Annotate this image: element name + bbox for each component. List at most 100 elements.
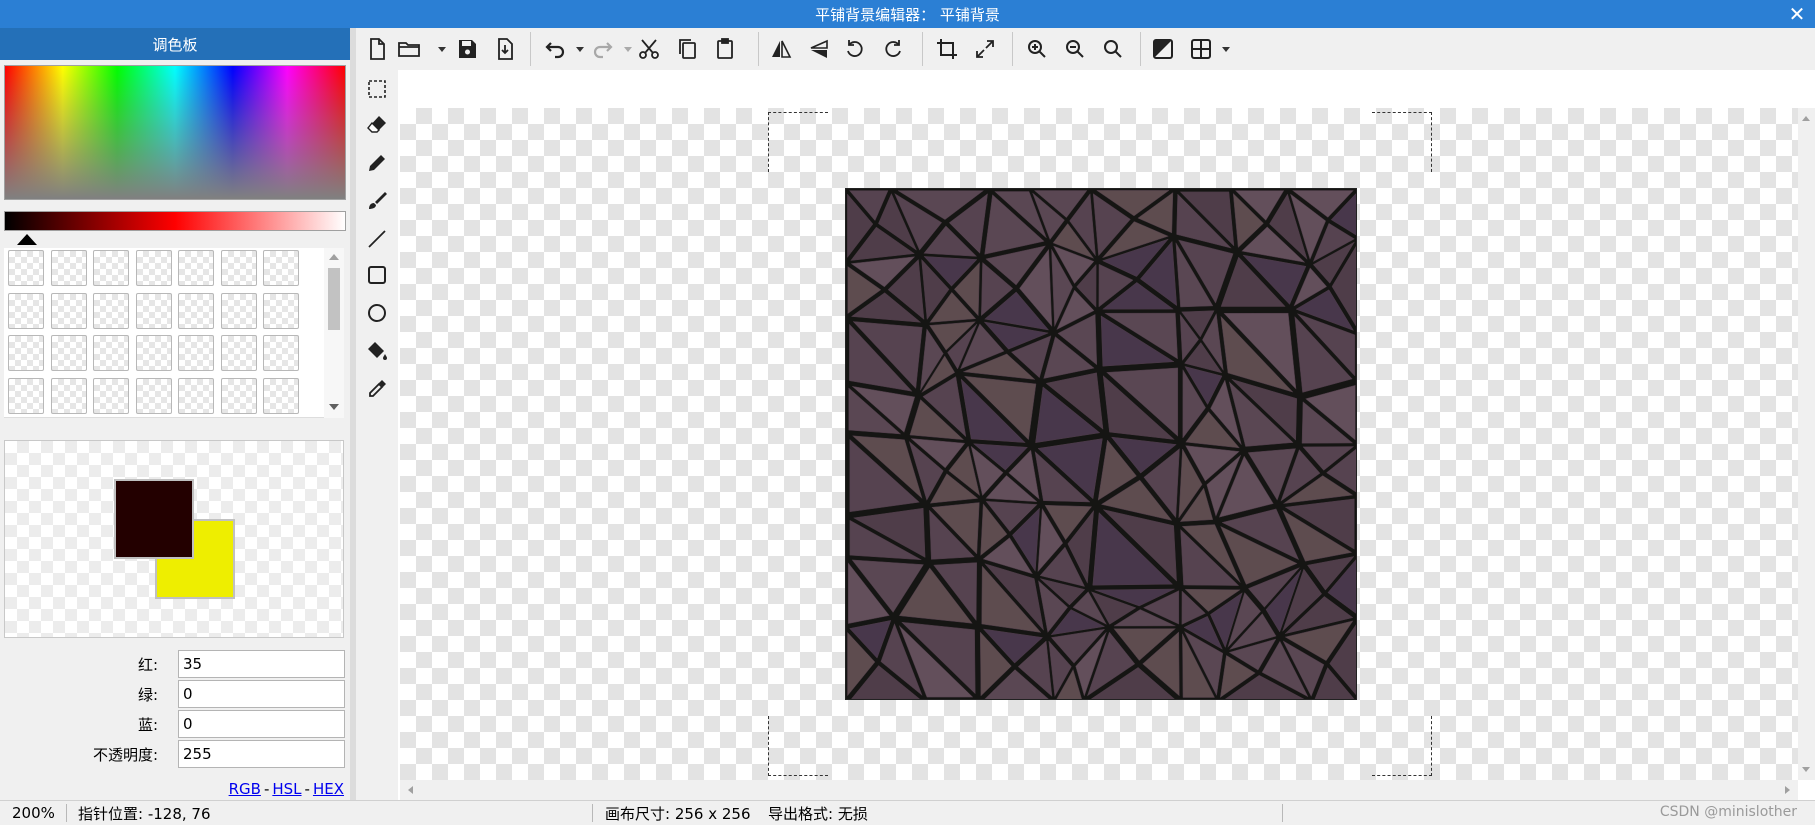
swatch-slot[interactable] — [93, 377, 129, 414]
scroll-left-icon[interactable] — [408, 786, 413, 794]
opacity-field[interactable] — [178, 740, 345, 768]
swatch-slot[interactable] — [93, 335, 129, 371]
shade-slider[interactable] — [4, 211, 346, 231]
flip-horizontal-button[interactable] — [766, 34, 796, 64]
flip-vertical-button[interactable] — [804, 34, 834, 64]
cut-icon — [639, 39, 659, 59]
brush-tool[interactable] — [362, 186, 392, 216]
shade-slider-marker[interactable] — [17, 234, 37, 245]
swatch-slot[interactable] — [50, 250, 87, 286]
rgb-link[interactable]: RGB — [229, 780, 261, 798]
select-tool[interactable] — [362, 74, 392, 104]
blue-field[interactable] — [178, 710, 345, 738]
tool-column — [356, 70, 398, 800]
scroll-up-icon[interactable] — [329, 254, 339, 260]
red-field[interactable] — [178, 650, 345, 678]
opacity-label: 不透明度: — [92, 745, 158, 764]
new-file-button[interactable] — [362, 34, 392, 64]
scroll-down-icon[interactable] — [329, 404, 339, 410]
undo-button[interactable] — [540, 34, 570, 64]
swatch-slot[interactable] — [8, 292, 44, 329]
blue-label: 蓝: — [137, 715, 158, 734]
save-button[interactable] — [452, 34, 482, 64]
brush-icon — [369, 192, 387, 209]
swatch-slot[interactable] — [263, 250, 299, 286]
line-tool[interactable] — [362, 224, 392, 254]
ellipse-tool[interactable] — [362, 298, 392, 328]
rotate-right-button[interactable] — [878, 34, 908, 64]
canvas-size: 画布尺寸: 256 x 256 — [605, 804, 751, 823]
fill-bucket-icon — [368, 342, 387, 360]
eraser-tool[interactable] — [362, 110, 392, 140]
swatch-slot[interactable] — [178, 335, 214, 371]
undo-icon — [545, 42, 565, 59]
status-bar: 200% 指针位置: -128, 76 画布尺寸: 256 x 256 导出格式… — [0, 800, 1815, 825]
swatch-slot[interactable] — [263, 335, 299, 371]
copy-button[interactable] — [672, 34, 702, 64]
swatch-slot[interactable] — [178, 292, 214, 329]
swatch-slot[interactable] — [135, 335, 172, 371]
export-button[interactable] — [490, 34, 520, 64]
swatch-slot[interactable] — [8, 250, 44, 286]
open-button[interactable] — [394, 34, 424, 64]
open-dropdown-icon[interactable] — [438, 47, 446, 52]
zoom-in-button[interactable] — [1022, 34, 1052, 64]
cut-button[interactable] — [634, 34, 664, 64]
swatch-slot[interactable] — [220, 292, 257, 329]
tile-texture-image[interactable] — [845, 188, 1357, 700]
swatch-slot[interactable] — [8, 335, 44, 371]
horizontal-scrollbar[interactable] — [400, 780, 1798, 800]
swatch-slot[interactable] — [220, 377, 257, 414]
swatch-slot[interactable] — [135, 377, 172, 414]
fill-tool[interactable] — [362, 336, 392, 366]
swatch-slot[interactable] — [50, 377, 87, 414]
rectangle-tool[interactable] — [362, 260, 392, 290]
hex-link[interactable]: HEX — [313, 780, 344, 798]
swatch-slot[interactable] — [263, 377, 299, 414]
field-row-blue: 蓝: — [0, 710, 350, 738]
palette-header: 调色板 — [0, 28, 350, 60]
resize-button[interactable] — [970, 34, 1000, 64]
swatch-slot[interactable] — [50, 292, 87, 329]
paste-button[interactable] — [710, 34, 740, 64]
pencil-tool[interactable] — [362, 148, 392, 178]
grid-button[interactable] — [1186, 34, 1216, 64]
hsl-link[interactable]: HSL — [272, 780, 301, 798]
pencil-icon — [369, 155, 385, 171]
scroll-up-icon[interactable] — [1802, 116, 1810, 121]
invert-button[interactable] — [1148, 34, 1178, 64]
swatch-slot[interactable] — [93, 250, 129, 286]
crop-icon — [937, 39, 957, 59]
swatch-slot[interactable] — [8, 377, 44, 414]
swatch-slot[interactable] — [178, 250, 214, 286]
zoom-actual-button[interactable] — [1098, 34, 1128, 64]
close-button[interactable]: ✕ — [1785, 0, 1809, 28]
green-field[interactable] — [178, 680, 345, 708]
watermark: CSDN @minislother — [1659, 804, 1797, 820]
grid-dropdown-icon[interactable] — [1222, 47, 1230, 52]
swatch-slot[interactable] — [263, 292, 299, 329]
swatch-slot[interactable] — [50, 335, 87, 371]
swatch-list — [4, 248, 344, 418]
crop-button[interactable] — [932, 34, 962, 64]
vertical-scrollbar[interactable] — [1798, 108, 1815, 780]
undo-dropdown-icon[interactable] — [576, 47, 584, 52]
scroll-thumb[interactable] — [328, 268, 340, 330]
swatch-slot[interactable] — [135, 292, 172, 329]
eyedropper-tool[interactable] — [362, 374, 392, 404]
canvas-area[interactable] — [400, 108, 1798, 780]
rotate-left-button[interactable] — [840, 34, 870, 64]
select-rect-icon — [368, 80, 386, 98]
primary-color-swatch[interactable] — [114, 479, 194, 559]
scroll-down-icon[interactable] — [1802, 767, 1810, 772]
zoom-out-button[interactable] — [1060, 34, 1090, 64]
scroll-right-icon[interactable] — [1785, 786, 1790, 794]
swatch-slot[interactable] — [93, 292, 129, 329]
color-spectrum[interactable] — [4, 65, 346, 200]
swatch-slot[interactable] — [220, 335, 257, 371]
toolbar — [356, 28, 1815, 70]
swatch-slot[interactable] — [220, 250, 257, 286]
swatch-slot[interactable] — [178, 377, 214, 414]
swatch-scrollbar[interactable] — [324, 248, 344, 418]
swatch-slot[interactable] — [135, 250, 172, 286]
